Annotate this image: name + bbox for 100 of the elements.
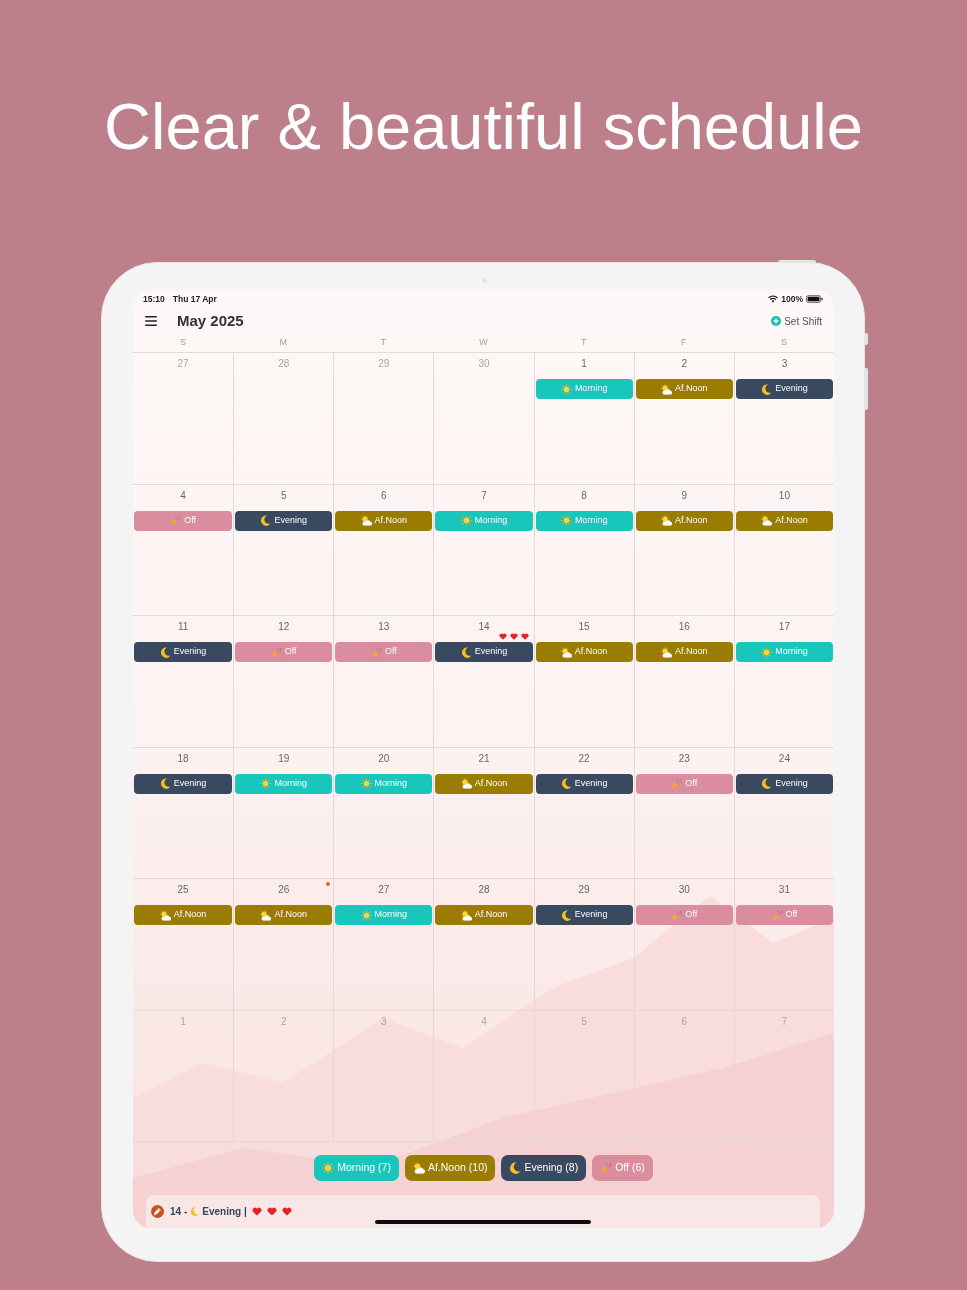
sun-cloud-icon (460, 909, 472, 921)
legend-filter-button[interactable]: Evening (8) (501, 1155, 587, 1181)
side-button[interactable] (865, 333, 868, 345)
moon-icon (159, 778, 171, 789)
day-number: 26 (278, 884, 290, 895)
heart-icon (251, 1207, 262, 1216)
party-popper-icon (600, 1162, 613, 1174)
shift-label: Af.Noon (374, 513, 408, 527)
side-button[interactable] (865, 368, 868, 410)
day-number: 20 (378, 752, 390, 764)
legend-filter-button[interactable]: Morning (7) (314, 1155, 399, 1181)
party-popper-icon (270, 646, 282, 658)
set-shift-button[interactable]: Set Shift (771, 313, 822, 329)
day-number: 7 (481, 489, 487, 501)
day-number: 9 (681, 489, 688, 501)
day-number: 7 (781, 1015, 788, 1027)
day-number: 30 (678, 884, 690, 895)
moon-icon (560, 778, 572, 789)
shift-label: Af.Noon (474, 908, 508, 922)
shift-label: Evening (474, 645, 508, 659)
day-number: 22 (578, 752, 590, 764)
moon-icon (190, 1207, 200, 1216)
moon-icon (761, 778, 773, 789)
day-number: 29 (578, 884, 590, 895)
sun-icon (360, 778, 372, 789)
day-number: 23 (678, 752, 690, 764)
sun-cloud-icon (159, 909, 171, 921)
day-number: 5 (581, 1015, 587, 1027)
shift-label: Evening (574, 776, 608, 790)
top-button[interactable] (778, 260, 816, 263)
moon-icon (159, 646, 171, 658)
shift-label: Off (685, 776, 698, 790)
heart-icon (266, 1207, 277, 1216)
sun-icon (560, 515, 572, 526)
day-number: 24 (778, 752, 790, 764)
day-number: 2 (280, 1015, 287, 1027)
weekday-label: S (780, 337, 787, 348)
day-number: 16 (678, 621, 690, 632)
moon-icon (260, 515, 272, 526)
month-title: May 2025 (177, 310, 244, 331)
day-number: 17 (778, 621, 790, 632)
shift-label: Morning (775, 645, 808, 659)
legend-filter-button[interactable]: Off (6) (592, 1155, 653, 1181)
legend-filter-button[interactable]: Af.Noon (10) (404, 1155, 496, 1181)
day-number: 19 (278, 752, 290, 764)
sun-cloud-icon (661, 383, 672, 395)
day-number: 12 (278, 621, 290, 632)
dot-icon (326, 882, 331, 886)
pencil-icon (151, 1205, 164, 1218)
party-popper-icon (771, 909, 783, 921)
day-number: 28 (478, 884, 490, 895)
sun-icon (460, 515, 472, 526)
sun-cloud-icon (460, 778, 472, 789)
party-popper-icon (370, 646, 382, 658)
shift-label: Morning (374, 776, 408, 790)
shift-label: Af.Noon (274, 908, 307, 922)
shift-label: Af.Noon (173, 908, 207, 922)
menu-icon[interactable] (145, 316, 157, 326)
sun-cloud-icon (260, 909, 272, 921)
day-number: 2 (681, 358, 688, 369)
shift-label: Off (384, 645, 397, 659)
day-number: 6 (381, 489, 387, 501)
shift-label: Af.Noon (675, 382, 708, 396)
weekday-label: M (279, 337, 287, 348)
sun-icon (260, 778, 272, 789)
shift-label: Evening (775, 776, 808, 790)
weekday-label: T (380, 337, 387, 348)
moon-icon (509, 1162, 522, 1174)
battery-icon (806, 295, 823, 303)
sun-icon (360, 909, 372, 921)
day-number: 30 (478, 358, 490, 369)
shift-label: Morning (474, 513, 508, 527)
day-number: 13 (378, 621, 390, 632)
day-number: 6 (681, 1015, 688, 1027)
status-date: Thu 17 Apr (172, 292, 217, 306)
day-number: 29 (378, 358, 390, 369)
day-number: 27 (177, 358, 189, 369)
day-number: 14 (478, 621, 490, 632)
shift-label: Af.Noon (474, 776, 508, 790)
shift-label: Morning (374, 908, 408, 922)
day-number: 18 (177, 752, 189, 764)
wifi-icon (768, 295, 779, 303)
day-number: 11 (177, 621, 189, 632)
day-number: 4 (180, 489, 186, 501)
day-number: 31 (778, 884, 790, 895)
shift-label: Evening (775, 382, 808, 396)
day-number: 3 (781, 358, 788, 369)
sun-icon (322, 1162, 335, 1174)
shift-label: Morning (574, 382, 608, 396)
day-number: 1 (581, 358, 587, 369)
moon-icon (560, 909, 572, 921)
shift-label: Off (685, 908, 698, 922)
shift-label: Off (184, 513, 196, 527)
sun-cloud-icon (661, 515, 672, 526)
headline: Clear & beautiful schedule (104, 90, 863, 163)
party-popper-icon (170, 515, 182, 526)
day-number: 3 (381, 1015, 387, 1027)
sun-cloud-icon (360, 515, 372, 526)
add-icon (771, 316, 782, 326)
shift-label: Morning (274, 776, 307, 790)
